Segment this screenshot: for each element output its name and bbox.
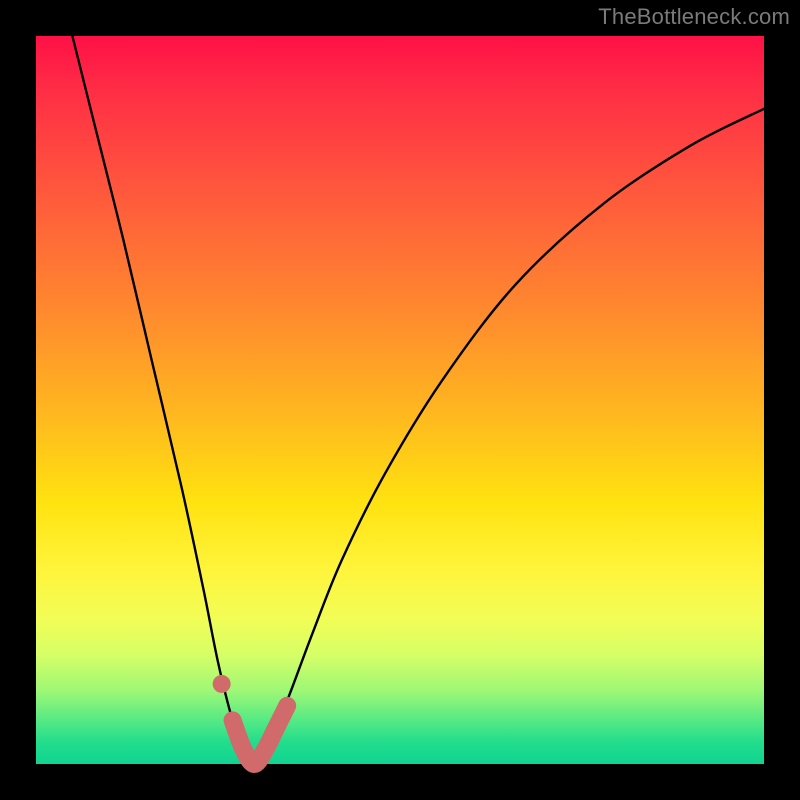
optimal-range-marker xyxy=(233,706,288,764)
chart-frame: TheBottleneck.com xyxy=(0,0,800,800)
chart-svg xyxy=(36,36,764,764)
optimal-marker-dot xyxy=(213,675,231,693)
bottleneck-curve xyxy=(72,36,764,764)
watermark-text: TheBottleneck.com xyxy=(598,4,790,30)
plot-area xyxy=(36,36,764,764)
